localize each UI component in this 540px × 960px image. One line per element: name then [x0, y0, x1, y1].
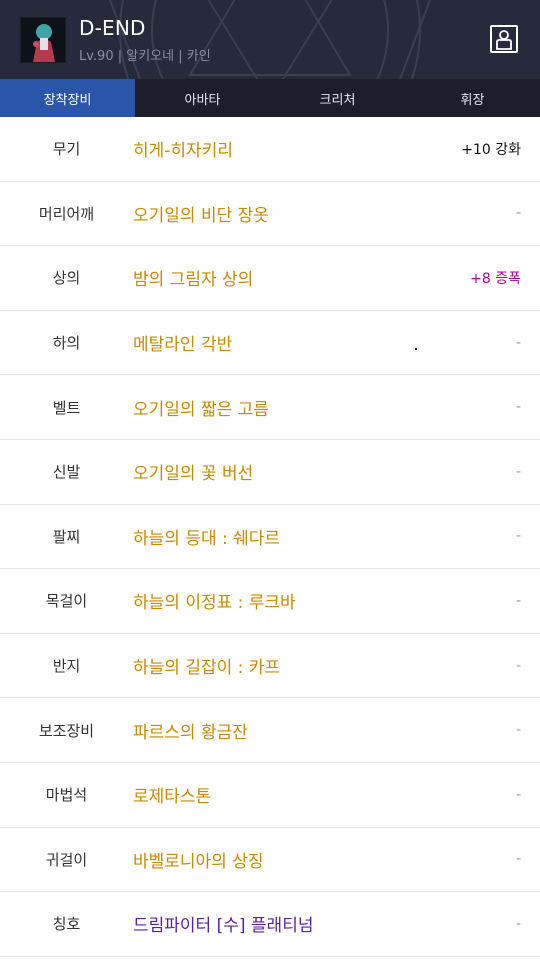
equipment-row-shoulder[interactable]: 머리어깨 오기일의 비단 장옷 - — [0, 182, 540, 247]
reinforce-status: - — [515, 657, 521, 674]
slot-label: 벨트 — [52, 398, 81, 417]
amplify-status: +8 증폭 — [470, 270, 521, 287]
reinforce-status: - — [515, 399, 521, 416]
item-name: 메탈라인 각반 — [133, 335, 233, 356]
slot-label: 신발 — [52, 463, 81, 482]
reinforce-status: +10 강화 — [461, 141, 521, 158]
equipment-row-title[interactable]: 칭호 드림파이터 [수] 플래티넘 - — [0, 892, 540, 957]
reinforce-status: - — [515, 786, 521, 803]
equipment-row-weapon[interactable]: 무기 히게-히자키리 +10 강화 — [0, 117, 540, 182]
character-header: D-END Lv.90 | 알키오네 | 카인 — [0, 0, 540, 79]
person-icon — [496, 30, 512, 50]
slot-label: 팔찌 — [52, 527, 81, 546]
reinforce-status: - — [515, 722, 521, 739]
reinforce-status: - — [515, 205, 521, 222]
tab-avatar[interactable]: 아바타 — [135, 79, 270, 117]
equipment-row-ring[interactable]: 반지 하늘의 길잡이 : 카프 - — [0, 634, 540, 699]
profile-button[interactable] — [490, 25, 518, 53]
reinforce-status: - — [515, 528, 521, 545]
item-name: 드림파이터 [수] 플래티넘 — [133, 916, 314, 937]
item-name: 하늘의 길잡이 : 카프 — [133, 658, 281, 679]
character-info: Lv.90 | 알키오네 | 카인 — [79, 49, 211, 64]
tab-equipment[interactable]: 장착장비 — [0, 79, 135, 117]
tab-emblem[interactable]: 휘장 — [405, 79, 540, 117]
slot-label: 하의 — [52, 334, 81, 353]
slot-label: 무기 — [52, 140, 81, 159]
equipment-row-belt[interactable]: 벨트 오기일의 짧은 고름 - — [0, 375, 540, 440]
slot-label: 목걸이 — [45, 592, 88, 611]
slot-label: 귀걸이 — [45, 850, 88, 869]
tab-creature[interactable]: 크리처 — [270, 79, 405, 117]
item-name: 오기일의 꽃 버선 — [133, 464, 254, 485]
equipment-row-earring[interactable]: 귀걸이 바벨로니아의 상징 - — [0, 828, 540, 893]
slot-label: 마법석 — [45, 786, 88, 805]
reinforce-status: - — [515, 463, 521, 480]
equipment-row-necklace[interactable]: 목걸이 하늘의 이정표 : 루크바 - — [0, 569, 540, 634]
slot-label: 머리어깨 — [38, 204, 95, 223]
stray-dot — [415, 347, 417, 350]
item-name: 바벨로니아의 상징 — [133, 851, 264, 872]
item-name: 파르스의 황금잔 — [133, 722, 248, 743]
equipment-row-shoes[interactable]: 신발 오기일의 꽃 버선 - — [0, 440, 540, 505]
reinforce-status: - — [515, 334, 521, 351]
item-name: 하늘의 등대 : 쉐다르 — [133, 528, 281, 549]
slot-label: 칭호 — [52, 915, 81, 934]
character-name: D-END — [79, 16, 146, 40]
item-name: 로제타스톤 — [133, 787, 212, 808]
reinforce-status: - — [515, 592, 521, 609]
equipment-row-top[interactable]: 상의 밤의 그림자 상의 +8 증폭 — [0, 246, 540, 311]
item-name: 오기일의 짧은 고름 — [133, 399, 269, 420]
slot-label: 보조장비 — [38, 721, 95, 740]
equipment-row-magicstone[interactable]: 마법석 로제타스톤 - — [0, 763, 540, 828]
reinforce-status: - — [515, 915, 521, 932]
equipment-list: 무기 히게-히자키리 +10 강화 머리어깨 오기일의 비단 장옷 - 상의 밤… — [0, 117, 540, 957]
equipment-row-bottom[interactable]: 하의 메탈라인 각반 - — [0, 311, 540, 376]
item-name: 하늘의 이정표 : 루크바 — [133, 593, 296, 614]
slot-label: 상의 — [52, 269, 81, 288]
tab-bar: 장착장비 아바타 크리처 휘장 — [0, 79, 540, 117]
slot-label: 반지 — [52, 657, 81, 676]
reinforce-status: - — [515, 851, 521, 868]
equipment-row-subequip[interactable]: 보조장비 파르스의 황금잔 - — [0, 698, 540, 763]
item-name: 오기일의 비단 장옷 — [133, 205, 269, 226]
character-avatar[interactable] — [20, 17, 66, 63]
equipment-row-bracelet[interactable]: 팔찌 하늘의 등대 : 쉐다르 - — [0, 505, 540, 570]
